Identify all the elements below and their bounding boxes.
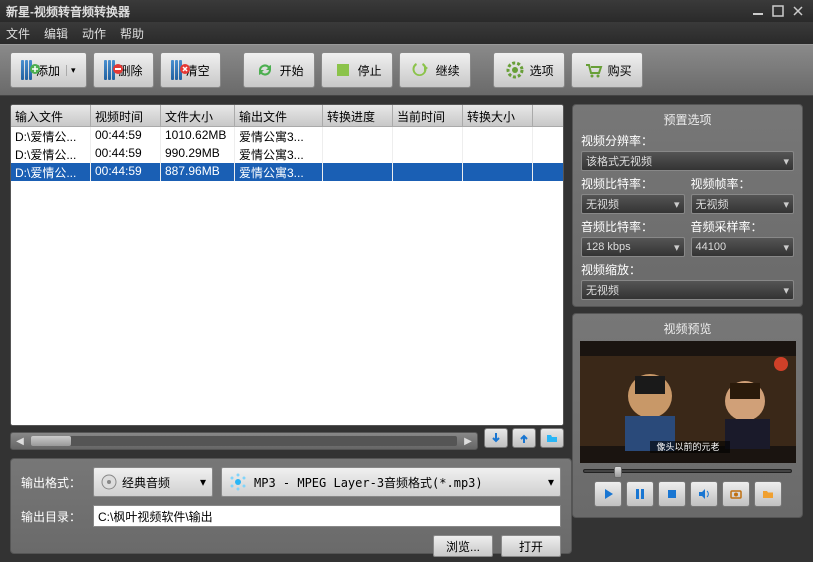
gear-icon [504,59,526,81]
preview-slider[interactable] [577,465,798,477]
asr-label: 音频采样率： [691,218,795,235]
disc-icon [100,473,118,491]
preview-title: 视频预览 [577,318,798,339]
add-button[interactable]: 添加▾ [10,52,87,88]
menu-file[interactable]: 文件 [6,25,30,42]
format-icon [228,472,248,492]
delete-button[interactable]: 删除 [93,52,154,88]
category-select[interactable]: 经典音频 [93,467,213,497]
options-button[interactable]: 选项 [493,52,565,88]
menubar: 文件 编辑 动作 帮助 [0,22,813,44]
menu-help[interactable]: 帮助 [120,25,144,42]
volume-button[interactable] [690,481,718,507]
toolbar: 添加▾ 删除 清空 开始 停止 继续 选项 购买 [0,44,813,96]
table-row[interactable]: D:\爱情公...00:44:59990.29MB爱情公寓3... [11,145,563,163]
abr-label: 音频比特率： [581,218,685,235]
resume-icon [410,59,432,81]
pfolder-button[interactable] [754,481,782,507]
preset-panel: 预置选项 视频分辨率： 该格式无视频 视频比特率： 无视频 视频帧率： 无视频 音频… [572,104,803,307]
browse-button[interactable]: 浏览... [433,535,493,557]
table-row[interactable]: D:\爱情公...00:44:591010.62MB爱情公寓3... [11,127,563,145]
col-progress[interactable]: 转换进度 [323,105,393,126]
dir-input[interactable] [93,505,561,527]
close-button[interactable] [789,4,807,18]
open-button[interactable]: 打开 [501,535,561,557]
start-button[interactable]: 开始 [243,52,315,88]
col-input[interactable]: 输入文件 [11,105,91,126]
table-row[interactable]: D:\爱情公...00:44:59887.96MB爱情公寓3... [11,163,563,181]
maximize-button[interactable] [769,4,787,18]
asr-select[interactable]: 44100 [691,237,795,257]
fps-label: 视频帧率： [691,175,795,192]
stop-button[interactable]: 停止 [321,52,393,88]
output-panel: 输出格式： 经典音频 MP3 - MPEG Layer-3音频格式(*.mp3)… [10,458,572,554]
col-outsize[interactable]: 转换大小 [463,105,533,126]
col-output[interactable]: 输出文件 [235,105,323,126]
file-grid[interactable]: 输入文件 视频时间 文件大小 输出文件 转换进度 当前时间 转换大小 D:\爱情… [10,104,564,426]
cart-icon [582,59,604,81]
scale-select[interactable]: 无视频 [581,280,794,300]
play-button[interactable] [594,481,622,507]
refresh-icon [254,59,276,81]
scale-label: 视频缩放： [581,261,794,278]
vbr-select[interactable]: 无视频 [581,194,685,214]
resolution-label: 视频分辨率： [581,132,794,149]
buy-button[interactable]: 购买 [571,52,643,88]
grid-body[interactable]: D:\爱情公...00:44:591010.62MB爱情公寓3...D:\爱情公… [11,127,563,425]
resolution-select[interactable]: 该格式无视频 [581,151,794,171]
grid-header: 输入文件 视频时间 文件大小 输出文件 转换进度 当前时间 转换大小 [11,105,563,127]
menu-action[interactable]: 动作 [82,25,106,42]
resume-button[interactable]: 继续 [399,52,471,88]
folder-button[interactable] [540,428,564,448]
vbr-label: 视频比特率： [581,175,685,192]
menu-edit[interactable]: 编辑 [44,25,68,42]
snapshot-button[interactable] [722,481,750,507]
format-select[interactable]: MP3 - MPEG Layer-3音频格式(*.mp3) [221,467,561,497]
col-time[interactable]: 当前时间 [393,105,463,126]
preview-panel: 视频预览 像头以前的元老 [572,313,803,518]
svg-text:像头以前的元老: 像头以前的元老 [656,441,719,452]
move-up-button[interactable] [512,428,536,448]
preset-title: 预置选项 [581,111,794,128]
col-size[interactable]: 文件大小 [161,105,235,126]
minimize-button[interactable] [749,4,767,18]
pstop-button[interactable] [658,481,686,507]
dir-label: 输出目录： [21,508,85,525]
scroll-right-icon[interactable]: ▶ [461,436,475,447]
scroll-left-icon[interactable]: ◀ [13,436,27,447]
stop-icon [332,59,354,81]
clear-button[interactable]: 清空 [160,52,221,88]
abr-select[interactable]: 128 kbps [581,237,685,257]
pause-button[interactable] [626,481,654,507]
move-down-button[interactable] [484,428,508,448]
add-dropdown-icon[interactable]: ▾ [66,65,76,76]
preview-image: 像头以前的元老 [580,341,796,463]
fps-select[interactable]: 无视频 [691,194,795,214]
h-scrollbar[interactable]: ◀ ▶ [10,432,478,450]
titlebar: 新星-视频转音频转换器 [0,0,813,22]
col-duration[interactable]: 视频时间 [91,105,161,126]
app-title: 新星-视频转音频转换器 [6,3,747,20]
format-label: 输出格式： [21,474,85,491]
scroll-thumb[interactable] [31,436,71,446]
slider-thumb[interactable] [614,466,622,478]
